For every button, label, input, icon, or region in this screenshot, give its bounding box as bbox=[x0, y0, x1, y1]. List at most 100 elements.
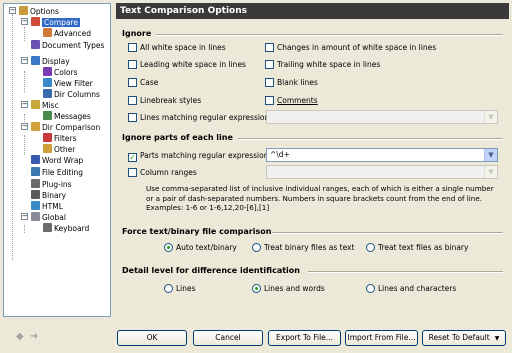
linebreak-styles-checkbox[interactable]: Linebreak styles bbox=[128, 96, 201, 106]
tree-item-compare[interactable]: Compare bbox=[31, 17, 81, 28]
case-checkbox[interactable]: Case bbox=[128, 78, 158, 88]
regex-lines-checkbox[interactable]: Lines matching regular expression bbox=[128, 113, 269, 123]
chevron-down-icon[interactable]: ▼ bbox=[484, 111, 497, 123]
gear-icon bbox=[19, 6, 28, 15]
tree-item-filters[interactable]: Filters bbox=[43, 133, 76, 144]
tree-item-messages[interactable]: Messages bbox=[43, 111, 91, 122]
checkbox-box[interactable] bbox=[128, 60, 137, 69]
checkbox-box[interactable] bbox=[128, 78, 137, 87]
document-types-icon bbox=[31, 40, 40, 49]
dir-comparison-icon bbox=[31, 122, 40, 131]
global-collapse-toggle[interactable]: − bbox=[21, 213, 28, 220]
ignore-parts-divider bbox=[238, 138, 503, 140]
misc-collapse-toggle[interactable]: − bbox=[21, 101, 28, 108]
compare-advanced-icon bbox=[43, 28, 52, 37]
folder-icon bbox=[43, 144, 52, 153]
binary-as-text-radio[interactable]: Treat binary files as text bbox=[252, 243, 354, 253]
leading-whitespace-checkbox[interactable]: Leading white space in lines bbox=[128, 60, 246, 70]
text-as-binary-radio[interactable]: Treat text files as binary bbox=[366, 243, 468, 253]
compare-collapse-toggle[interactable]: − bbox=[21, 18, 28, 25]
cancel-button[interactable]: Cancel bbox=[193, 330, 263, 346]
tree-item-keyboard[interactable]: Keyboard bbox=[43, 223, 89, 234]
tree-item-html[interactable]: HTML bbox=[31, 201, 63, 212]
checkbox-box[interactable] bbox=[128, 43, 137, 52]
tree-item-dir-comparison[interactable]: Dir Comparison bbox=[31, 122, 100, 133]
panel-title: Text Comparison Options bbox=[116, 3, 509, 19]
reset-to-default-button[interactable]: Reset To Default ▼ bbox=[422, 330, 506, 346]
display-icon bbox=[31, 56, 40, 65]
tree-item-dir-columns[interactable]: Dir Columns bbox=[43, 89, 100, 100]
changes-whitespace-checkbox[interactable]: Changes in amount of white space in line… bbox=[265, 43, 436, 53]
ignore-heading: Ignore bbox=[122, 29, 152, 38]
chevron-down-icon[interactable]: ▼ bbox=[484, 166, 497, 178]
checkbox-box[interactable] bbox=[265, 60, 274, 69]
tree-item-binary[interactable]: Binary bbox=[31, 190, 66, 201]
dir-comparison-collapse-toggle[interactable]: − bbox=[21, 123, 28, 130]
detail-heading: Detail level for difference identificati… bbox=[122, 266, 300, 275]
radio[interactable] bbox=[366, 243, 375, 252]
force-heading: Force text/binary file comparison bbox=[122, 227, 272, 236]
tree-item-options[interactable]: Options bbox=[19, 6, 59, 17]
checkbox-box[interactable] bbox=[128, 96, 137, 105]
radio-selected[interactable] bbox=[164, 243, 173, 252]
parts-regex-combo[interactable]: ^\d+ ▼ bbox=[266, 148, 498, 162]
tree-item-file-editing[interactable]: File Editing bbox=[31, 167, 83, 178]
checkbox-box[interactable] bbox=[128, 113, 137, 122]
lines-chars-radio[interactable]: Lines and characters bbox=[366, 284, 456, 294]
column-ranges-help: Use comma-separated list of inclusive in… bbox=[146, 184, 494, 212]
export-button[interactable]: Export To File... bbox=[268, 330, 341, 346]
chevron-down-icon[interactable]: ▼ bbox=[484, 149, 497, 161]
radio[interactable] bbox=[252, 243, 261, 252]
check-icon[interactable]: ✓ bbox=[128, 153, 137, 162]
global-icon bbox=[31, 212, 40, 221]
blank-lines-checkbox[interactable]: Blank lines bbox=[265, 78, 318, 88]
options-tree[interactable]: − − − − − − Options Compare Advanced Doc… bbox=[3, 3, 111, 317]
trailing-whitespace-checkbox[interactable]: Trailing white space in lines bbox=[265, 60, 380, 70]
filter-icon bbox=[43, 133, 52, 142]
keyboard-icon bbox=[43, 223, 52, 232]
radio[interactable] bbox=[164, 284, 173, 293]
comments-checkbox[interactable]: Comments bbox=[265, 96, 318, 106]
parts-regex-checkbox[interactable]: ✓ Parts matching regular expression bbox=[128, 151, 268, 162]
forward-arrow-icon[interactable]: ➜ bbox=[30, 331, 38, 342]
back-arrow-icon[interactable]: ◆ bbox=[16, 331, 24, 342]
dir-columns-icon bbox=[43, 89, 52, 98]
dropdown-arrow-icon: ▼ bbox=[494, 335, 500, 342]
all-whitespace-checkbox[interactable]: All white space in lines bbox=[128, 43, 226, 53]
tree-item-display[interactable]: Display bbox=[31, 56, 70, 67]
tree-item-other[interactable]: Other bbox=[43, 144, 75, 155]
column-ranges-combo[interactable]: ▼ bbox=[266, 165, 498, 179]
binary-icon bbox=[31, 190, 40, 199]
file-editing-icon bbox=[31, 167, 40, 176]
checkbox-box[interactable] bbox=[265, 78, 274, 87]
lines-radio[interactable]: Lines bbox=[164, 284, 196, 294]
lines-words-radio[interactable]: Lines and words bbox=[252, 284, 325, 294]
checkbox-box[interactable] bbox=[265, 43, 274, 52]
tree-item-colors[interactable]: Colors bbox=[43, 67, 78, 78]
radio-selected[interactable] bbox=[252, 284, 261, 293]
tree-item-plug-ins[interactable]: Plug-ins bbox=[31, 179, 72, 190]
key-icon bbox=[31, 100, 40, 109]
display-collapse-toggle[interactable]: − bbox=[21, 57, 28, 64]
import-button[interactable]: Import From File... bbox=[345, 330, 418, 346]
options-panel: Text Comparison Options Ignore All white… bbox=[116, 3, 509, 317]
tree-item-view-filter[interactable]: View Filter bbox=[43, 78, 93, 89]
regex-lines-combo[interactable]: ▼ bbox=[266, 110, 498, 124]
tree-item-misc[interactable]: Misc bbox=[31, 100, 59, 111]
column-ranges-checkbox[interactable]: Column ranges bbox=[128, 168, 197, 178]
tree-item-advanced[interactable]: Advanced bbox=[43, 28, 91, 39]
tree-item-global[interactable]: Global bbox=[31, 212, 66, 223]
force-divider bbox=[272, 232, 503, 234]
checkbox-box[interactable] bbox=[128, 168, 137, 177]
options-collapse-toggle[interactable]: − bbox=[9, 7, 16, 14]
ignore-divider bbox=[156, 34, 503, 36]
checkbox-box[interactable] bbox=[265, 96, 274, 105]
html-icon bbox=[31, 201, 40, 210]
tree-item-word-wrap[interactable]: Word Wrap bbox=[31, 155, 83, 166]
auto-text-binary-radio[interactable]: Auto text/binary bbox=[164, 243, 237, 253]
ok-button[interactable]: OK bbox=[117, 330, 187, 346]
view-filter-icon bbox=[43, 78, 52, 87]
messages-icon bbox=[43, 111, 52, 120]
tree-item-document-types[interactable]: Document Types bbox=[31, 40, 104, 51]
radio[interactable] bbox=[366, 284, 375, 293]
